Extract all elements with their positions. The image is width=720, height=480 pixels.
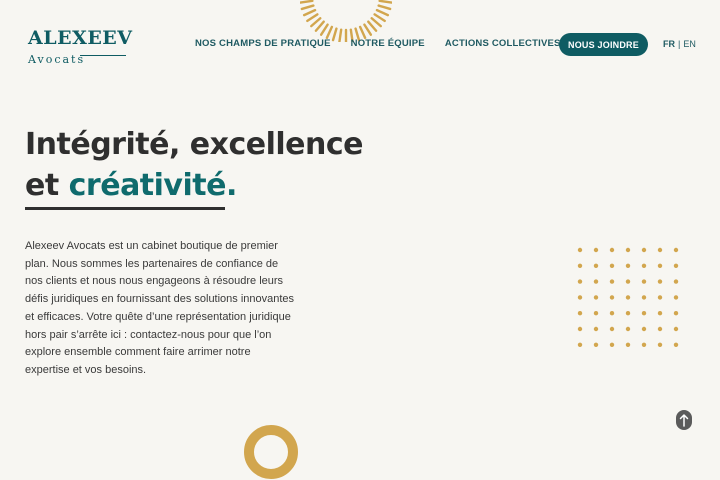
hero-title: Intégrité, excellence et créativité. (25, 124, 364, 206)
grid-dot (657, 279, 663, 284)
lang-separator: | (678, 39, 681, 49)
grid-dot (625, 295, 631, 300)
sunburst-ray (310, 17, 322, 28)
nav-item-actions-collectives[interactable]: ACTIONS COLLECTIVES (445, 38, 561, 49)
grid-dot (641, 311, 647, 316)
grid-dot (641, 263, 647, 268)
join-button[interactable]: NOUS JOINDRE (559, 33, 648, 56)
sunburst-ray (378, 0, 392, 4)
grid-dot (609, 342, 615, 347)
sunburst-ray (375, 8, 390, 17)
grid-dot (657, 311, 663, 316)
grid-dot (609, 295, 615, 300)
grid-dot (609, 326, 615, 332)
grid-dot (673, 279, 679, 284)
grid-dot (593, 279, 599, 284)
hero-title-line2-prefix: et (25, 168, 69, 203)
grid-dot (673, 295, 679, 300)
sunburst-ray (319, 23, 329, 36)
grid-dot (625, 311, 631, 316)
grid-dot (593, 342, 599, 347)
sunburst-decoration (300, 0, 392, 42)
logo-subtitle: Avocats (28, 53, 86, 66)
grid-dot (625, 247, 631, 253)
grid-dot (593, 311, 599, 316)
grid-dot (625, 263, 631, 268)
sunburst-ray (377, 4, 392, 11)
ring-decoration (244, 425, 298, 479)
dot-grid-decoration (577, 247, 679, 347)
sunburst-ray (306, 13, 319, 23)
sunburst-ray (302, 8, 317, 17)
grid-dot (625, 342, 631, 347)
grid-dot (625, 279, 631, 284)
main-nav: NOS CHAMPS DE PRATIQUE NOTRE ÉQUIPE ACTI… (195, 38, 561, 49)
grid-dot (593, 263, 599, 268)
grid-dot (673, 326, 679, 332)
sunburst-ray (300, 4, 315, 11)
grid-dot (657, 263, 663, 268)
grid-dot (673, 311, 679, 316)
grid-dot (673, 247, 679, 253)
logo[interactable]: Alexeev Avocats (28, 28, 133, 67)
grid-dot (577, 326, 583, 332)
grid-dot (625, 326, 631, 332)
sunburst-ray (363, 23, 373, 36)
sunburst-ray (367, 20, 378, 32)
sunburst-ray (358, 25, 367, 40)
lang-fr[interactable]: FR (663, 39, 675, 49)
grid-dot (577, 279, 583, 284)
grid-dot (577, 342, 583, 347)
nav-item-notre-equipe[interactable]: NOTRE ÉQUIPE (351, 38, 425, 49)
hero-title-accent: créativité. (68, 168, 238, 203)
lang-en[interactable]: EN (683, 39, 696, 49)
grid-dot (577, 247, 583, 253)
sunburst-ray (325, 25, 334, 40)
grid-dot (657, 342, 663, 347)
language-switcher: FR | EN (663, 39, 696, 49)
grid-dot (593, 247, 599, 253)
grid-dot (641, 295, 647, 300)
grid-dot (577, 295, 583, 300)
grid-dot (577, 263, 583, 268)
hero-title-underline (25, 207, 225, 210)
sunburst-ray (314, 20, 325, 32)
sunburst-ray (300, 0, 314, 4)
grid-dot (577, 311, 583, 316)
grid-dot (609, 279, 615, 284)
grid-dot (609, 311, 615, 316)
grid-dot (657, 326, 663, 332)
grid-dot (673, 342, 679, 347)
grid-dot (657, 295, 663, 300)
grid-dot (641, 342, 647, 347)
grid-dot (657, 247, 663, 253)
grid-dot (609, 247, 615, 253)
logo-name: Alexeev (28, 27, 133, 49)
grid-dot (641, 247, 647, 253)
scroll-top-button[interactable] (676, 410, 692, 430)
grid-dot (593, 326, 599, 332)
logo-underline (80, 55, 126, 56)
grid-dot (609, 263, 615, 268)
hero-paragraph: Alexeev Avocats est un cabinet boutique … (25, 240, 295, 376)
nav-item-champs-de-pratique[interactable]: NOS CHAMPS DE PRATIQUE (195, 38, 331, 49)
arrow-up-icon (679, 414, 689, 427)
grid-dot (593, 295, 599, 300)
grid-dot (673, 263, 679, 268)
hero-title-line1: Intégrité, excellence (25, 127, 364, 162)
sunburst-ray (370, 17, 382, 28)
grid-dot (641, 279, 647, 284)
sunburst-ray (373, 13, 386, 23)
grid-dot (641, 326, 647, 332)
